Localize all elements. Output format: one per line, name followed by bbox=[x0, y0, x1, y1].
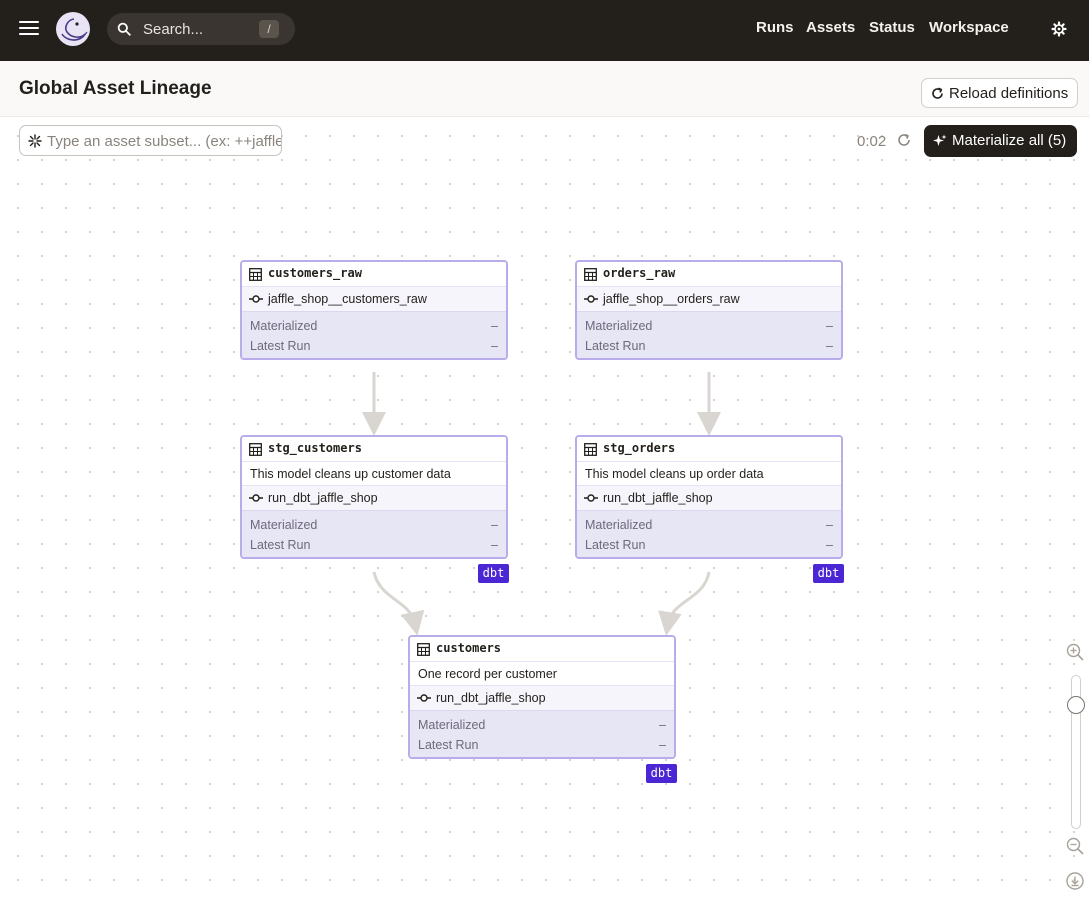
nav-assets-link[interactable]: Assets bbox=[806, 19, 855, 36]
asset-node-op[interactable]: run_dbt_jaffle_shop bbox=[242, 486, 506, 511]
asset-node-name: customers bbox=[436, 641, 502, 655]
materialized-value: – bbox=[491, 518, 498, 532]
asset-node-description-text: This model cleans up customer data bbox=[250, 467, 451, 481]
materialized-label: Materialized bbox=[250, 319, 318, 333]
refresh-icon[interactable] bbox=[897, 133, 911, 147]
asset-selection-icon bbox=[28, 134, 42, 148]
asset-node-status: Materialized – Latest Run – bbox=[410, 711, 674, 757]
table-icon bbox=[249, 443, 262, 456]
zoom-out-icon[interactable] bbox=[1066, 837, 1084, 855]
lineage-graph-canvas[interactable] bbox=[0, 118, 1089, 897]
asset-subset-input[interactable]: Type an asset subset... (ex: ++jaffle bbox=[19, 125, 282, 156]
materialized-value: – bbox=[826, 319, 833, 333]
op-icon bbox=[249, 494, 263, 502]
materialize-all-button[interactable]: Materialize all (5) bbox=[924, 125, 1077, 157]
table-icon bbox=[249, 268, 262, 281]
asset-node-stg-orders[interactable]: stg_orders This model cleans up order da… bbox=[575, 435, 843, 559]
asset-node-header: customers bbox=[410, 637, 674, 662]
latest-run-value: – bbox=[826, 538, 833, 552]
materialized-value: – bbox=[826, 518, 833, 532]
dbt-tag[interactable]: dbt bbox=[478, 564, 509, 583]
download-icon[interactable] bbox=[1066, 872, 1084, 890]
asset-node-status: Materialized – Latest Run – bbox=[577, 312, 841, 358]
asset-node-description: This model cleans up customer data bbox=[242, 462, 506, 486]
zoom-slider-handle[interactable] bbox=[1067, 696, 1085, 714]
asset-node-op[interactable]: jaffle_shop__orders_raw bbox=[577, 287, 841, 312]
asset-node-description: This model cleans up order data bbox=[577, 462, 841, 486]
nav-runs-link[interactable]: Runs bbox=[756, 19, 794, 36]
op-icon bbox=[417, 694, 431, 702]
zoom-in-icon[interactable] bbox=[1066, 643, 1084, 661]
latest-run-label: Latest Run bbox=[250, 339, 311, 353]
latest-run-value: – bbox=[826, 339, 833, 353]
reload-definitions-label: Reload definitions bbox=[949, 85, 1069, 102]
asset-node-header: orders_raw bbox=[577, 262, 841, 287]
asset-node-status: Materialized – Latest Run – bbox=[242, 312, 506, 358]
materialize-all-label: Materialize all (5) bbox=[952, 132, 1067, 149]
asset-node-op[interactable]: run_dbt_jaffle_shop bbox=[577, 486, 841, 511]
asset-node-name: stg_orders bbox=[603, 441, 676, 455]
page-title: Global Asset Lineage bbox=[19, 78, 212, 99]
latest-run-value: – bbox=[491, 538, 498, 552]
asset-node-op[interactable]: jaffle_shop__customers_raw bbox=[242, 287, 506, 312]
sparkle-icon bbox=[933, 134, 947, 146]
materialized-label: Materialized bbox=[585, 518, 653, 532]
menu-icon[interactable] bbox=[19, 21, 39, 37]
asset-node-op-name: jaffle_shop__customers_raw bbox=[268, 292, 427, 306]
asset-node-header: stg_customers bbox=[242, 437, 506, 462]
reload-definitions-button[interactable]: Reload definitions bbox=[921, 78, 1078, 108]
asset-node-header: customers_raw bbox=[242, 262, 506, 287]
latest-run-value: – bbox=[491, 339, 498, 353]
asset-node-orders-raw[interactable]: orders_raw jaffle_shop__orders_raw Mater… bbox=[575, 260, 843, 360]
materialized-label: Materialized bbox=[418, 718, 486, 732]
gear-icon[interactable] bbox=[1051, 21, 1067, 37]
op-icon bbox=[584, 494, 598, 502]
asset-node-name: customers_raw bbox=[268, 266, 362, 280]
nav-workspace-link[interactable]: Workspace bbox=[929, 19, 1009, 36]
asset-node-description-text: One record per customer bbox=[418, 667, 557, 681]
asset-node-name: stg_customers bbox=[268, 441, 362, 455]
refresh-icon bbox=[932, 87, 943, 99]
asset-node-op-name: run_dbt_jaffle_shop bbox=[436, 691, 546, 705]
dagster-logo-icon[interactable] bbox=[54, 10, 92, 48]
search-bar[interactable]: Search... / bbox=[107, 13, 295, 45]
asset-node-op-name: jaffle_shop__orders_raw bbox=[603, 292, 740, 306]
search-shortcut-key: / bbox=[259, 20, 279, 38]
search-icon bbox=[117, 22, 131, 36]
nav-status-link[interactable]: Status bbox=[869, 19, 915, 36]
materialized-value: – bbox=[491, 319, 498, 333]
dbt-tag[interactable]: dbt bbox=[813, 564, 844, 583]
asset-node-op-name: run_dbt_jaffle_shop bbox=[603, 491, 713, 505]
asset-node-status: Materialized – Latest Run – bbox=[242, 511, 506, 557]
materialized-label: Materialized bbox=[250, 518, 318, 532]
materialized-label: Materialized bbox=[585, 319, 653, 333]
asset-node-op[interactable]: run_dbt_jaffle_shop bbox=[410, 686, 674, 711]
search-placeholder: Search... bbox=[143, 21, 204, 38]
table-icon bbox=[584, 268, 597, 281]
latest-run-label: Latest Run bbox=[250, 538, 311, 552]
top-navigation-bar: Search... / Runs Assets Status Workspace bbox=[0, 0, 1089, 61]
asset-node-status: Materialized – Latest Run – bbox=[577, 511, 841, 557]
asset-node-description-text: This model cleans up order data bbox=[585, 467, 764, 481]
table-icon bbox=[584, 443, 597, 456]
asset-node-op-name: run_dbt_jaffle_shop bbox=[268, 491, 378, 505]
refresh-timer: 0:02 bbox=[857, 133, 887, 150]
latest-run-label: Latest Run bbox=[585, 339, 646, 353]
latest-run-label: Latest Run bbox=[418, 738, 479, 752]
latest-run-label: Latest Run bbox=[585, 538, 646, 552]
table-icon bbox=[417, 643, 430, 656]
asset-node-stg-customers[interactable]: stg_customers This model cleans up custo… bbox=[240, 435, 508, 559]
latest-run-value: – bbox=[659, 738, 666, 752]
asset-node-description: One record per customer bbox=[410, 662, 674, 686]
asset-subset-placeholder: Type an asset subset... (ex: ++jaffle bbox=[47, 133, 282, 150]
asset-node-customers[interactable]: customers One record per customer run_db… bbox=[408, 635, 676, 759]
asset-node-header: stg_orders bbox=[577, 437, 841, 462]
op-icon bbox=[584, 295, 598, 303]
materialized-value: – bbox=[659, 718, 666, 732]
asset-node-name: orders_raw bbox=[603, 266, 676, 280]
dbt-tag[interactable]: dbt bbox=[646, 764, 677, 783]
asset-node-customers-raw[interactable]: customers_raw jaffle_shop__customers_raw… bbox=[240, 260, 508, 360]
op-icon bbox=[249, 295, 263, 303]
